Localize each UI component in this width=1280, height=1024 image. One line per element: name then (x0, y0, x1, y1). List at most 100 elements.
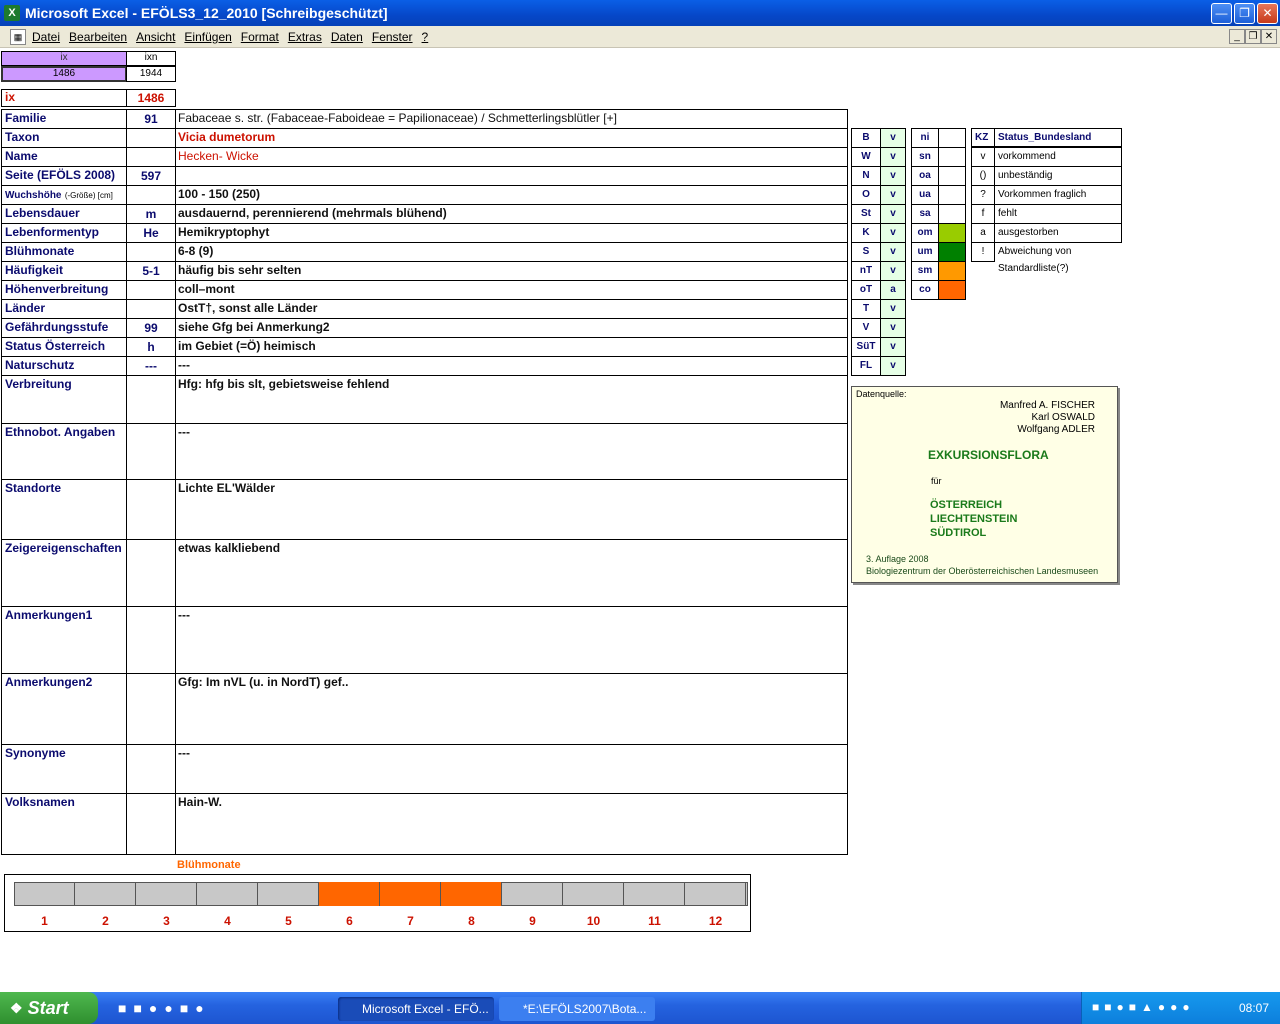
zone-color-swatch[interactable] (938, 223, 966, 243)
row-value[interactable]: coll–mont (175, 280, 848, 300)
row-code[interactable] (126, 147, 176, 167)
province-status[interactable]: v (880, 204, 906, 224)
taskbar-explorer[interactable]: *E:\EFÖLS2007\Bota... (499, 997, 655, 1021)
row-value[interactable]: Lichte EL'Wälder (175, 479, 848, 540)
province-code[interactable]: nT (851, 261, 881, 281)
ix-big-value[interactable]: 1486 (126, 89, 176, 107)
province-code[interactable]: S (851, 242, 881, 262)
row-label[interactable]: Häufigkeit (1, 261, 127, 281)
zone-color-swatch[interactable] (938, 166, 966, 186)
ixn-header[interactable]: ixn (126, 51, 176, 66)
row-label[interactable]: Zeigereigenschaften (1, 539, 127, 607)
row-value[interactable]: OstT†, sonst alle Länder (175, 299, 848, 319)
province-code[interactable]: O (851, 185, 881, 205)
menu-bearbeiten[interactable]: Bearbeiten (69, 30, 127, 44)
zone-code[interactable]: ni (911, 128, 939, 148)
kz-description[interactable]: fehlt (994, 204, 1122, 224)
row-code[interactable]: 99 (126, 318, 176, 338)
kz-code[interactable]: a (971, 223, 995, 243)
kz-description[interactable]: unbeständig (994, 166, 1122, 186)
menu-daten[interactable]: Daten (331, 30, 363, 44)
row-label[interactable]: Seite (EFÖLS 2008) (1, 166, 127, 186)
zone-code[interactable]: sa (911, 204, 939, 224)
row-code[interactable] (126, 185, 176, 205)
row-label[interactable]: Lebensdauer (1, 204, 127, 224)
row-code[interactable] (126, 539, 176, 607)
row-code[interactable]: He (126, 223, 176, 243)
row-label[interactable]: Ethnobot. Angaben (1, 423, 127, 480)
zone-code[interactable]: oa (911, 166, 939, 186)
ixn-value-cell[interactable]: 1944 (126, 66, 176, 82)
row-code[interactable]: 597 (126, 166, 176, 186)
row-value[interactable]: Gfg: Im nVL (u. in NordT) gef.. (175, 673, 848, 745)
row-code[interactable] (126, 375, 176, 424)
row-label[interactable]: Taxon (1, 128, 127, 148)
row-label[interactable]: Synonyme (1, 744, 127, 794)
province-code[interactable]: T (851, 299, 881, 319)
province-code[interactable]: K (851, 223, 881, 243)
kz-description[interactable]: ausgestorben (994, 223, 1122, 243)
province-code[interactable]: B (851, 128, 881, 148)
row-code[interactable] (126, 606, 176, 674)
row-value[interactable]: 100 - 150 (250) (175, 185, 848, 205)
row-label[interactable]: Wuchshöhe (-Größe) [cm] (1, 185, 127, 205)
kz-description[interactable]: Vorkommen fraglich (994, 185, 1122, 205)
kz-code[interactable]: () (971, 166, 995, 186)
province-code[interactable]: oT (851, 280, 881, 300)
row-code[interactable] (126, 299, 176, 319)
taskbar-excel[interactable]: Microsoft Excel - EFÖ... (338, 997, 494, 1021)
workbook-icon[interactable]: ▦ (10, 28, 26, 45)
row-label[interactable]: Standorte (1, 479, 127, 540)
row-value[interactable]: Hfg: hfg bis slt, gebietsweise fehlend (175, 375, 848, 424)
row-label[interactable]: Höhenverbreitung (1, 280, 127, 300)
tray-icons[interactable]: ■■●■▲●●● (1092, 1000, 1195, 1014)
start-button[interactable]: ❖ Start (0, 992, 98, 1024)
doc-close-icon[interactable]: ✕ (1261, 29, 1277, 44)
zone-color-swatch[interactable] (938, 242, 966, 262)
menu-fenster[interactable]: Fenster (372, 30, 413, 44)
ix-label[interactable]: ix (1, 89, 127, 107)
row-value[interactable]: --- (175, 423, 848, 480)
province-status[interactable]: v (880, 185, 906, 205)
row-code[interactable] (126, 242, 176, 262)
row-label[interactable]: Verbreitung (1, 375, 127, 424)
restore-button[interactable]: ❐ (1234, 3, 1255, 24)
row-label[interactable]: Blühmonate (1, 242, 127, 262)
zone-color-swatch[interactable] (938, 147, 966, 167)
kz-code[interactable]: v (971, 147, 995, 167)
kz-description[interactable]: vorkommend (994, 147, 1122, 167)
row-code[interactable] (126, 793, 176, 855)
menu-help[interactable]: ? (422, 30, 429, 44)
province-status[interactable]: v (880, 147, 906, 167)
row-value[interactable]: etwas kalkliebend (175, 539, 848, 607)
row-code[interactable]: --- (126, 356, 176, 376)
worksheet[interactable]: ix ixn 1486 1944 ix 1486 Familie 91 Fabace… (0, 48, 1280, 992)
row-value[interactable]: Vicia dumetorum (175, 128, 848, 148)
doc-restore-icon[interactable]: ❐ (1245, 29, 1261, 44)
status-header[interactable]: Status_Bundesland (994, 128, 1122, 147)
row-value[interactable]: Fabaceae s. str. (Fabaceae-Faboideae = P… (175, 109, 848, 129)
data-source-box[interactable]: Datenquelle: Manfred A. FISCHER Karl OSW… (851, 386, 1118, 583)
menu-extras[interactable]: Extras (288, 30, 322, 44)
close-button[interactable]: ✕ (1257, 3, 1278, 24)
zone-color-swatch[interactable] (938, 204, 966, 224)
row-value[interactable]: --- (175, 356, 848, 376)
row-value[interactable]: im Gebiet (=Ö) heimisch (175, 337, 848, 357)
province-status[interactable]: v (880, 242, 906, 262)
row-value[interactable] (175, 166, 848, 186)
row-label[interactable]: Anmerkungen1 (1, 606, 127, 674)
province-code[interactable]: V (851, 318, 881, 338)
row-code[interactable]: h (126, 337, 176, 357)
clock[interactable]: 08:07 (1239, 1001, 1269, 1015)
ix-value-cell[interactable]: 1486 (1, 66, 127, 82)
row-label[interactable]: Anmerkungen2 (1, 673, 127, 745)
row-label[interactable]: Status Österreich (1, 337, 127, 357)
row-value[interactable]: --- (175, 744, 848, 794)
province-status[interactable]: v (880, 337, 906, 357)
row-code[interactable]: 5-1 (126, 261, 176, 281)
province-status[interactable]: a (880, 280, 906, 300)
zone-code[interactable]: sm (911, 261, 939, 281)
row-label[interactable]: Volksnamen (1, 793, 127, 855)
row-value[interactable]: siehe Gfg bei Anmerkung2 (175, 318, 848, 338)
province-status[interactable]: v (880, 356, 906, 376)
